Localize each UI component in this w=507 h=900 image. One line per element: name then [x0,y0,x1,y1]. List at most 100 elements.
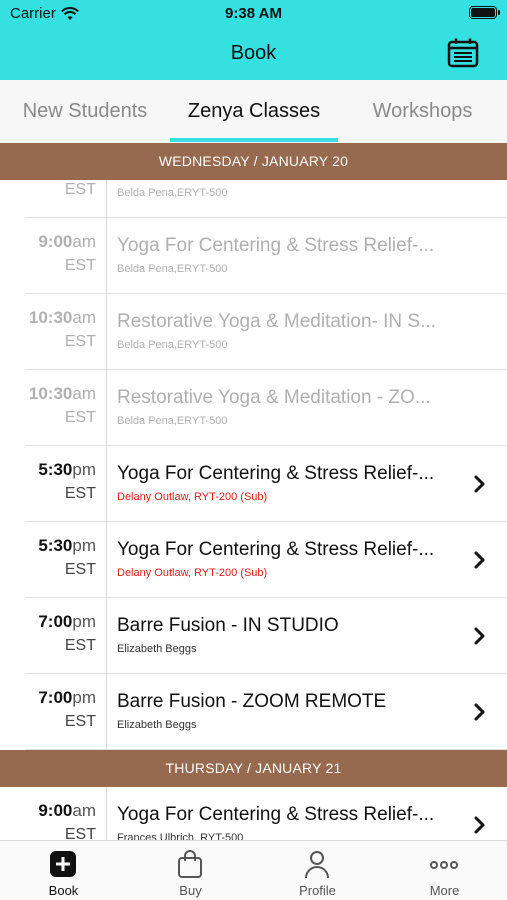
tab-zenya-classes[interactable]: Zenya Classes [170,80,338,143]
class-row: 10:30am EST Restorative Yoga & Meditation-… [0,294,507,370]
class-time: 10:30am EST [0,382,96,430]
class-time-ampm: am [72,384,96,403]
time-divider [106,294,107,370]
active-tab-indicator [170,138,338,142]
class-timezone: EST [64,181,96,198]
class-time-ampm: am [72,232,96,251]
class-time-value: 10:30 [28,384,73,403]
class-instructor: Belda Pena,ERYT-500 [117,187,228,199]
chevron-right-icon[interactable] [472,815,488,835]
time-divider [106,598,107,674]
class-start-time: 9:00am [0,799,96,823]
day-header: WEDNESDAY / JANUARY 20 [0,143,507,180]
class-time: 5:30pm EST [0,458,96,506]
status-time: 9:38 AM [225,5,282,22]
category-tabs: New Students Zenya Classes Workshops [0,80,507,143]
class-title: Restorative Yoga & Meditation- IN S... [117,311,436,332]
chevron-right-icon[interactable] [472,702,488,722]
class-time: 10:30am EST [0,306,96,354]
time-divider [106,370,107,446]
tabbar-book-label: Book [48,883,79,898]
class-timezone: EST [64,485,96,502]
day-header: THURSDAY / JANUARY 21 [0,750,507,787]
class-start-time: 7:00pm [0,686,96,710]
page-title: Book [230,42,277,64]
tabbar-book[interactable]: Book [0,841,127,900]
tabbar-profile[interactable]: Profile [254,841,381,900]
tab-new-students[interactable]: New Students [0,80,170,143]
class-time-ampm: pm [72,688,96,707]
class-row[interactable]: 9:00am EST Yoga For Centering & Stress Rel… [0,787,507,840]
time-divider [106,787,107,840]
class-timezone: EST [64,826,96,840]
class-time: 7:00pm EST [0,686,96,734]
class-time: 9:00am EST [0,230,96,278]
class-time-value: 5:30 [38,536,73,555]
plus-square-icon [50,851,76,877]
class-time-value: 9:00 [38,232,73,251]
class-list[interactable]: WEDNESDAY / JANUARY 209:00amESTYoga For … [0,143,507,840]
class-row[interactable]: 5:30pm EST Yoga For Centering & Stress Rel… [0,522,507,598]
class-time-value: 7:00 [38,612,73,631]
class-row[interactable]: 7:00pm EST Barre Fusion - IN STUDIO Elizabe… [0,598,507,674]
class-start-time: 5:30pm [0,534,96,558]
class-start-time: 7:00pm [0,610,96,634]
battery-icon [469,6,500,19]
time-divider [106,522,107,598]
tabbar-buy-label: Buy [179,883,202,898]
tabbar-more[interactable]: More [381,841,507,900]
tabbar-more-label: More [429,883,460,898]
class-title: Barre Fusion - IN STUDIO [117,615,339,636]
class-start-time: 5:30pm [0,458,96,482]
chevron-right-icon[interactable] [472,474,488,494]
class-time-value: 5:30 [38,460,73,479]
class-title: Yoga For Centering & Stress Relief-... [117,463,435,484]
class-time-ampm: pm [72,460,96,479]
class-time-ampm: am [72,308,96,327]
person-icon [305,851,329,879]
tab-workshops[interactable]: Workshops [338,80,507,143]
class-timezone: EST [64,637,96,654]
calendar-icon[interactable] [447,37,479,69]
class-title: Yoga For Centering & Stress Relief-... [117,539,435,560]
class-time: 9:00am EST [0,799,96,840]
class-instructor: Delany Outlaw, RYT-200 (Sub) [117,491,268,503]
status-bar: Carrier 9:38 AM [0,0,507,28]
class-time-value: 9:00 [38,801,73,820]
class-timezone: EST [64,257,96,274]
class-row: 10:30am EST Restorative Yoga & Meditation … [0,370,507,446]
app-header: Carrier 9:38 AM Book [0,0,507,80]
tabbar-profile-label: Profile [299,883,336,898]
class-row[interactable]: 5:30pm EST Yoga For Centering & Stress Rel… [0,446,507,522]
class-time-ampm: pm [72,536,96,555]
shopping-bag-icon [178,850,202,878]
class-title: Yoga For Centering & Stress Relief-... [117,804,435,825]
time-divider [106,218,107,294]
class-instructor: Frances Ulbrich, RYT-500 [117,832,244,840]
chevron-right-icon[interactable] [472,550,488,570]
time-divider [106,446,107,522]
class-start-time: 9:00am [0,230,96,254]
class-title: Yoga For Centering & Stress Relief-... [117,235,435,256]
class-timezone: EST [64,713,96,730]
class-instructor: Elizabeth Beggs [117,719,197,731]
class-timezone: EST [64,409,96,426]
class-start-time: 10:30am [0,306,96,330]
class-timezone: EST [64,561,96,578]
class-time-ampm: am [72,801,96,820]
class-row[interactable]: 7:00pm EST Barre Fusion - ZOOM REMOTE Eliza… [0,674,507,750]
class-time-value: 7:00 [38,688,73,707]
class-instructor: Delany Outlaw, RYT-200 (Sub) [117,567,268,579]
chevron-right-icon[interactable] [472,626,488,646]
class-title: Restorative Yoga & Meditation - ZO... [117,387,431,408]
class-row: 9:00am EST Yoga For Centering & Stress Rel… [0,218,507,294]
class-instructor: Belda Pena,ERYT-500 [117,263,228,275]
class-time-ampm: pm [72,612,96,631]
class-timezone: EST [64,333,96,350]
time-divider [106,674,107,750]
ellipsis-icon [430,861,458,869]
tabbar-buy[interactable]: Buy [127,841,254,900]
class-instructor: Belda Pena,ERYT-500 [117,415,228,427]
class-time: 7:00pm EST [0,610,96,658]
class-start-time: 10:30am [0,382,96,406]
